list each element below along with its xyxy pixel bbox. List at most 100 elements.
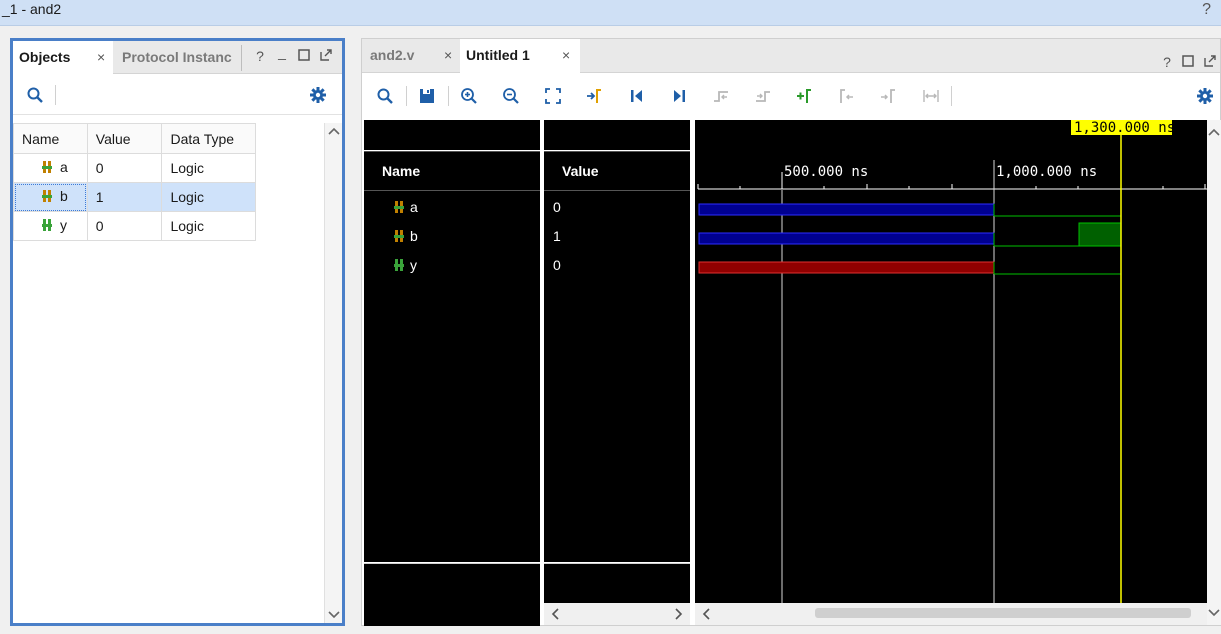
signal-icon	[42, 190, 52, 202]
waveform-area[interactable]: 500.000 ns 1,000.000 ns 1,300.000 ns	[695, 120, 1207, 603]
row-type: Logic	[161, 153, 256, 183]
float-icon[interactable]	[318, 48, 334, 64]
column-value[interactable]: Value	[86, 123, 163, 154]
tab-protocol-label: Protocol Instanc	[122, 49, 232, 65]
minimize-icon[interactable]: _	[274, 44, 290, 60]
wave-signal-y[interactable]: y	[394, 257, 417, 273]
swap-cursors-icon	[921, 86, 941, 106]
panel-help-icon[interactable]: ?	[252, 48, 268, 64]
name-header[interactable]: Name	[364, 151, 540, 191]
table-row[interactable]: a 0 Logic	[13, 153, 256, 183]
name-pane: a b y	[364, 191, 540, 562]
value-header-label: Value	[562, 163, 599, 179]
search-icon[interactable]	[375, 86, 395, 106]
close-icon[interactable]: ×	[444, 39, 452, 71]
value-horizontal-scrollbar[interactable]	[544, 603, 690, 625]
wave-signal-a[interactable]: a	[394, 199, 418, 215]
help-icon[interactable]: ?	[1202, 1, 1211, 19]
tab-divider	[241, 45, 242, 71]
tab-untitled-1[interactable]: Untitled 1 ×	[460, 39, 580, 73]
next-transition-icon	[753, 86, 773, 106]
panel-help-icon[interactable]: ?	[1159, 54, 1175, 70]
wave-signal-b[interactable]: b	[394, 228, 418, 244]
zoom-out-icon[interactable]	[501, 86, 521, 106]
go-to-start-icon[interactable]	[627, 86, 647, 106]
waveform-vertical-scrollbar[interactable]	[1207, 120, 1221, 625]
add-marker-icon[interactable]	[795, 86, 815, 106]
close-icon[interactable]: ×	[562, 39, 570, 71]
row-value: 1	[86, 182, 163, 212]
name-pane-top	[364, 120, 540, 150]
objects-table-header: Name Value Data Type	[13, 123, 256, 154]
row-name-cell: b	[13, 182, 88, 212]
scroll-up-icon[interactable]	[325, 123, 343, 139]
window-titlebar: _1 - and2 ?	[0, 0, 1221, 26]
objects-panel: Objects × Protocol Instanc ? _ Name Valu…	[10, 38, 345, 626]
waveform-canvas: 500.000 ns 1,000.000 ns 1,300.000 ns	[697, 120, 1207, 603]
objects-table: Name Value Data Type a 0 Logic b 1 Logic…	[13, 123, 256, 241]
zoom-in-icon[interactable]	[459, 86, 479, 106]
toolbar-separator	[448, 86, 449, 106]
maximize-icon[interactable]	[296, 48, 312, 64]
previous-marker-icon	[837, 86, 857, 106]
tab-objects-label: Objects	[19, 49, 71, 65]
scroll-left-icon[interactable]	[701, 607, 711, 623]
signal-icon	[42, 161, 52, 173]
row-name: y	[60, 217, 67, 233]
scroll-down-icon[interactable]	[1208, 605, 1220, 621]
objects-vertical-scrollbar[interactable]	[324, 123, 342, 623]
waveform-horizontal-scrollbar[interactable]	[695, 603, 1207, 625]
tab-protocol-instances[interactable]: Protocol Instanc	[116, 41, 240, 74]
row-value: 0	[86, 211, 163, 241]
go-to-cursor-icon[interactable]	[585, 86, 605, 106]
objects-toolbar	[13, 75, 342, 115]
tab-and2-label: and2.v	[370, 47, 415, 63]
save-icon[interactable]	[417, 86, 437, 106]
scroll-down-icon[interactable]	[325, 607, 343, 623]
column-data-type[interactable]: Data Type	[161, 123, 256, 154]
window-title: _1 - and2	[2, 1, 62, 17]
row-name: b	[60, 188, 68, 204]
float-icon[interactable]	[1202, 54, 1218, 70]
signal-icon	[42, 219, 52, 231]
scroll-thumb[interactable]	[815, 608, 1191, 618]
cursor-time-label: 1,300.000 ns	[1074, 120, 1175, 136]
waveform-panel: and2.v × Untitled 1 × ? Name a b y Value…	[361, 38, 1221, 626]
value-pane-bottom	[544, 563, 690, 603]
value-header[interactable]: Value	[544, 151, 690, 191]
gear-icon[interactable]	[1195, 86, 1215, 106]
tab-and2-v[interactable]: and2.v ×	[362, 39, 458, 72]
name-header-label: Name	[382, 163, 421, 179]
wave-signal-value: 1	[553, 228, 561, 244]
wave-b-high	[1078, 222, 1122, 247]
scroll-up-icon[interactable]	[1208, 124, 1220, 140]
row-value: 0	[86, 153, 163, 183]
wave-signal-name: y	[410, 257, 417, 273]
waveform-toolbar	[362, 73, 1220, 118]
signal-icon	[394, 230, 404, 242]
search-icon[interactable]	[25, 85, 45, 105]
zoom-fit-icon[interactable]	[543, 86, 563, 106]
toolbar-separator	[55, 85, 56, 105]
previous-transition-icon	[711, 86, 731, 106]
wave-signal-value: 0	[553, 199, 561, 215]
maximize-icon[interactable]	[1180, 54, 1196, 70]
tab-objects[interactable]: Objects ×	[13, 41, 113, 75]
toolbar-separator	[406, 86, 407, 106]
gear-icon[interactable]	[308, 85, 328, 105]
wave-signal-name: b	[410, 228, 418, 244]
next-marker-icon	[879, 86, 899, 106]
wave-y-x-segment	[698, 261, 995, 274]
objects-tabbar: Objects × Protocol Instanc ? _	[13, 41, 342, 75]
row-name: a	[60, 159, 68, 175]
time-label-1000: 1,000.000 ns	[996, 164, 1097, 180]
column-name[interactable]: Name	[13, 123, 88, 154]
table-row[interactable]: b 1 Logic	[13, 182, 256, 212]
wave-b-z-segment	[698, 232, 995, 245]
value-pane-top	[544, 120, 690, 150]
go-to-end-icon[interactable]	[669, 86, 689, 106]
table-row[interactable]: y 0 Logic	[13, 211, 256, 241]
close-icon[interactable]: ×	[97, 41, 105, 73]
scroll-left-icon[interactable]	[550, 607, 560, 623]
scroll-right-icon[interactable]	[674, 607, 684, 623]
